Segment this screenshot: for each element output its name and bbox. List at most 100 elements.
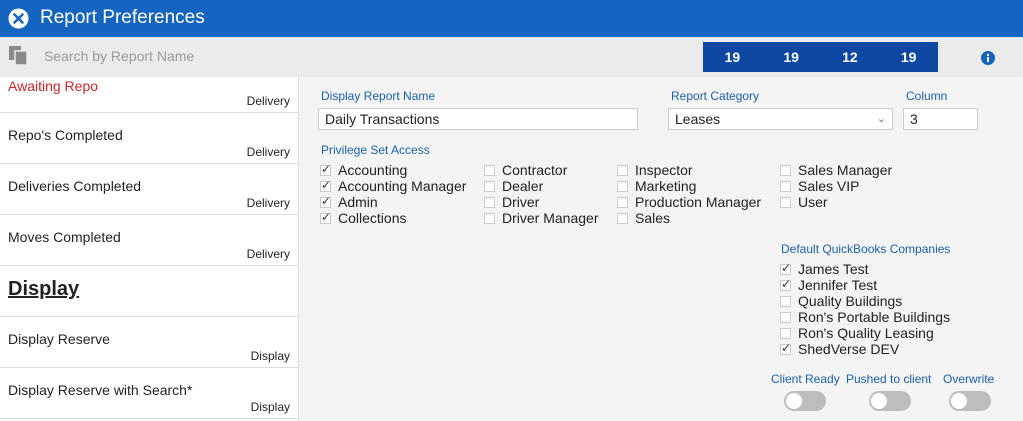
company-option[interactable]: Ron's Portable Buildings [780,309,950,325]
privilege-option[interactable]: Driver Manager [484,210,598,226]
privilege-column-4: Sales Manager Sales VIP User [780,162,892,210]
privilege-option[interactable]: Driver [484,194,598,210]
client-ready-label: Client Ready [771,372,840,386]
privilege-option[interactable]: Marketing [617,178,761,194]
column-field[interactable] [903,108,978,130]
privilege-option[interactable]: Sales VIP [780,178,892,194]
list-item[interactable]: Display Reserve with Search* Display [0,368,298,419]
overwrite-toggle[interactable] [949,391,991,411]
checkbox[interactable] [320,194,331,208]
privilege-label: Privilege Set Access [321,143,430,157]
list-item[interactable]: Repo's Completed Delivery [0,113,298,164]
checkbox[interactable] [780,295,791,307]
privilege-column-3: Inspector Marketing Production Manager S… [617,162,761,226]
count-2: 19 [783,49,799,65]
companies-list: James Test Jennifer Test Quality Buildin… [780,261,950,357]
company-option[interactable]: Jennifer Test [780,277,950,293]
privilege-column-1: Accounting Accounting Manager Admin Coll… [320,162,466,226]
info-icon[interactable] [981,51,995,65]
list-item[interactable]: Moves Completed Delivery [0,215,298,266]
close-icon[interactable] [8,8,29,29]
checkbox[interactable] [617,180,628,192]
title-bar: Report Preferences [0,0,1023,37]
chevron-down-icon: ⌄ [876,113,886,125]
privilege-option[interactable]: Sales Manager [780,162,892,178]
option-label: Dealer [502,178,544,194]
display-name-label: Display Report Name [321,89,436,103]
display-name-field[interactable] [318,108,638,130]
group-header: Display [0,266,298,317]
report-category: Display [250,349,290,363]
count-4: 19 [900,49,917,65]
list-item[interactable]: Display Reserve Display [0,317,298,368]
option-label: Marketing [635,178,697,194]
companies-label: Default QuickBooks Companies [781,242,951,256]
report-name: Awaiting Repo [8,78,99,94]
report-category: Delivery [246,145,290,159]
list-item[interactable]: Awaiting Repo Delivery [0,77,298,113]
privilege-option[interactable]: Accounting Manager [320,178,466,194]
company-option[interactable]: ShedVerse DEV [780,341,950,357]
checkbox[interactable] [484,180,495,192]
checkbox[interactable] [617,164,628,176]
list-item[interactable]: Deliveries Completed Delivery [0,164,298,215]
checkbox[interactable] [320,162,331,176]
client-ready-toggle[interactable] [784,391,826,411]
company-option[interactable]: James Test [780,261,950,277]
checkbox[interactable] [780,180,791,192]
option-label: Ron's Quality Leasing [798,325,934,341]
pushed-to-client-label: Pushed to client [846,372,932,386]
report-list: Awaiting Repo Delivery Repo's Completed … [0,77,299,421]
option-label: ShedVerse DEV [798,341,900,357]
option-label: James Test [798,261,869,277]
search-input[interactable] [36,43,652,69]
toggle-knob [951,393,967,409]
checkbox[interactable] [780,327,791,339]
option-label: Production Manager [635,194,762,210]
copy-icon[interactable] [8,45,30,67]
checkbox[interactable] [617,196,628,208]
checkbox[interactable] [780,311,791,323]
checkbox[interactable] [320,210,331,224]
option-label: Accounting Manager [338,178,467,194]
privilege-option[interactable]: Admin [320,194,466,210]
option-label: Sales VIP [798,178,860,194]
report-category: Delivery [246,94,290,108]
checkbox[interactable] [780,196,791,208]
privilege-option[interactable]: Inspector [617,162,761,178]
checkbox[interactable] [320,178,331,192]
checkbox[interactable] [484,212,495,224]
option-label: Driver [502,194,540,210]
option-label: Accounting [338,162,408,178]
privilege-option[interactable]: Collections [320,210,466,226]
checkbox[interactable] [484,196,495,208]
company-option[interactable]: Quality Buildings [780,293,950,309]
checkbox[interactable] [617,212,628,224]
privilege-column-2: Contractor Dealer Driver Driver Manager [484,162,598,226]
checkbox[interactable] [780,261,791,275]
category-select[interactable]: Leases ⌄ [668,108,893,130]
report-name: Deliveries Completed [8,178,142,194]
privilege-option[interactable]: Production Manager [617,194,761,210]
option-label: Driver Manager [502,210,599,226]
overwrite-label: Overwrite [943,372,995,386]
category-label: Report Category [671,89,760,103]
privilege-option[interactable]: User [780,194,892,210]
checkbox[interactable] [484,164,495,176]
group-title: Display [8,278,80,300]
toggle-knob [871,393,887,409]
privilege-option[interactable]: Sales [617,210,761,226]
column-label: Column [906,89,948,103]
checkbox[interactable] [780,277,791,291]
pushed-to-client-toggle[interactable] [869,391,911,411]
option-label: Admin [338,194,378,210]
count-1: 19 [724,49,741,65]
toolbar: 19 19 12 19 [0,37,1023,77]
privilege-option[interactable]: Accounting [320,162,466,178]
toggle-knob [786,393,802,409]
company-option[interactable]: Ron's Quality Leasing [780,325,950,341]
checkbox[interactable] [780,164,791,176]
checkbox[interactable] [780,341,791,355]
privilege-option[interactable]: Dealer [484,178,598,194]
privilege-option[interactable]: Contractor [484,162,598,178]
